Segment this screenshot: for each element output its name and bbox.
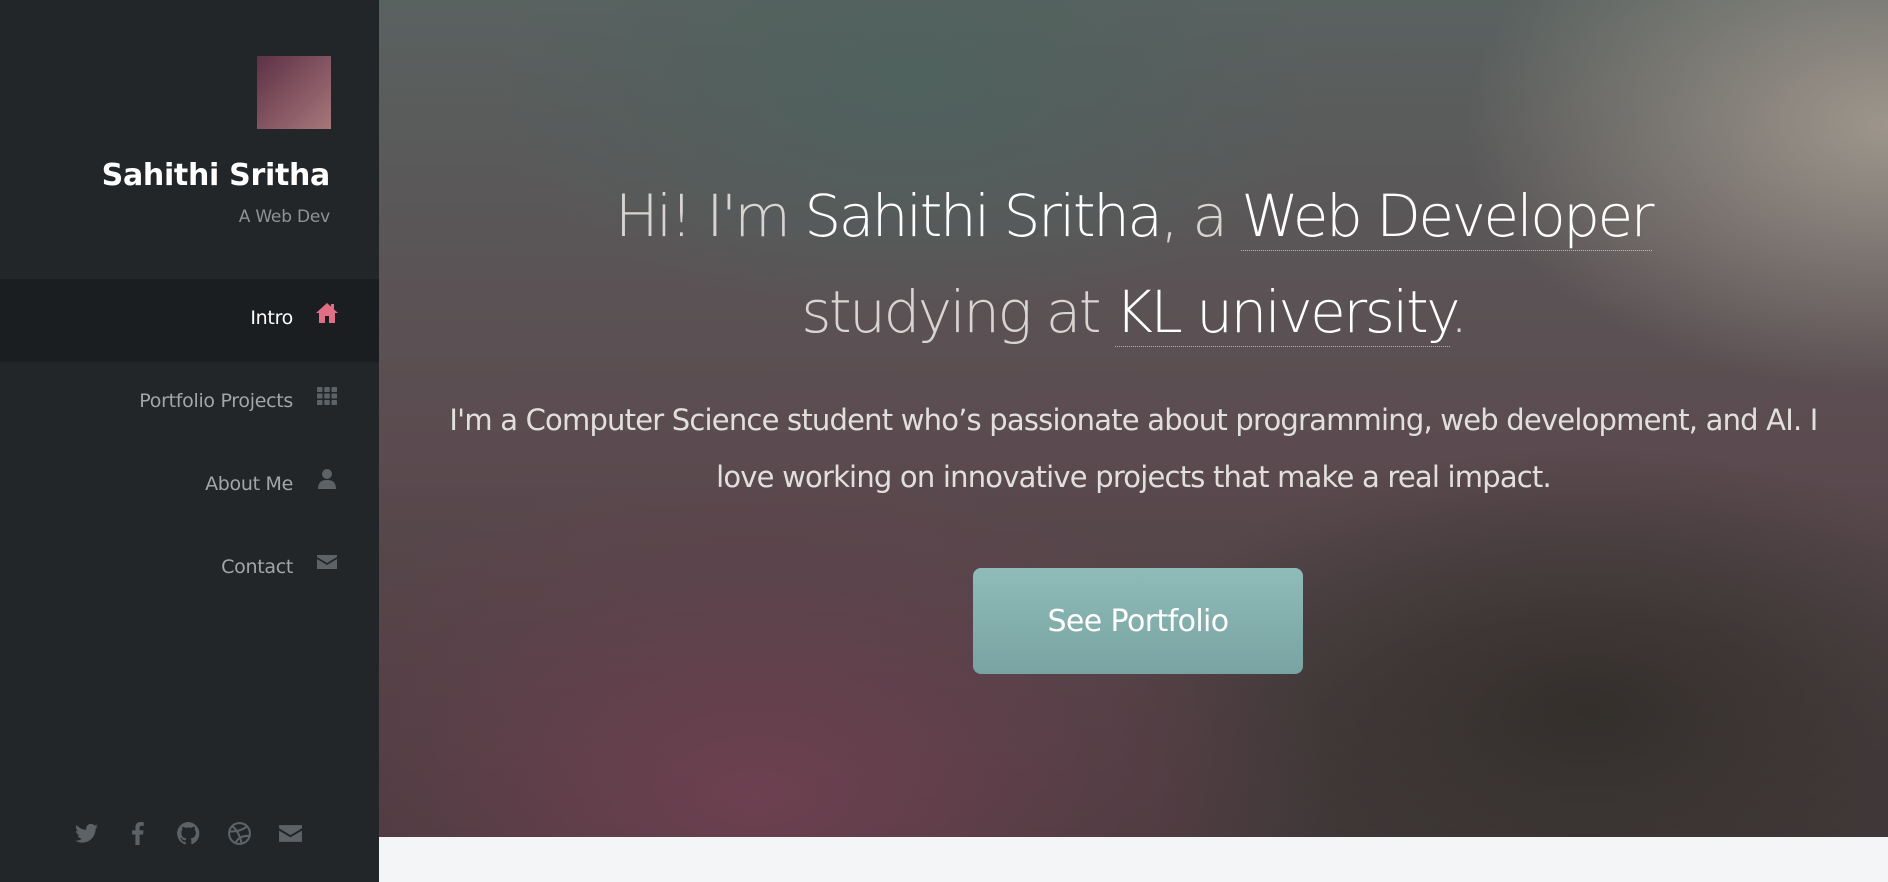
nav-item-label: Portfolio Projects: [139, 390, 293, 412]
github-icon[interactable]: [176, 821, 201, 846]
dribbble-icon[interactable]: [227, 821, 252, 846]
headline-text: Hi! I'm: [614, 182, 805, 250]
nav-item-label: About Me: [205, 473, 293, 495]
avatar[interactable]: [257, 56, 331, 129]
hero-section: Hi! I'm Sahithi Sritha, a Web Developer …: [379, 0, 1888, 837]
grid-icon: [315, 384, 339, 408]
home-icon: [315, 301, 339, 325]
nav-item-label: Contact: [221, 556, 293, 578]
headline-school-link[interactable]: KL university: [1114, 278, 1452, 347]
headline-text: , a: [1160, 182, 1242, 250]
headline-role-link[interactable]: Web Developer: [1241, 182, 1655, 251]
site-tagline: A Web Dev: [238, 207, 331, 227]
nav-item-label: Intro: [250, 307, 293, 329]
headline-name: Sahithi Sritha: [804, 182, 1163, 250]
social-links: [74, 821, 303, 846]
email-icon[interactable]: [278, 821, 303, 846]
envelope-icon: [315, 550, 339, 574]
next-section: [379, 837, 1888, 882]
facebook-icon[interactable]: [125, 821, 150, 846]
twitter-icon[interactable]: [74, 821, 99, 846]
nav-item-about-me[interactable]: About Me: [0, 445, 379, 528]
headline-text: studying at: [801, 278, 1115, 346]
user-icon: [315, 467, 339, 491]
nav-item-intro[interactable]: Intro: [0, 279, 379, 362]
nav-item-contact[interactable]: Contact: [0, 528, 379, 611]
sidebar: Sahithi Sritha A Web Dev Intro Portfolio…: [0, 0, 379, 882]
hero-description: I'm a Computer Science student who’s pas…: [449, 403, 1818, 494]
main-nav: Intro Portfolio Projects About Me Contac…: [0, 279, 379, 611]
hero-headline: Hi! I'm Sahithi Sritha, a Web Developer …: [379, 168, 1888, 360]
site-name[interactable]: Sahithi Sritha: [102, 158, 331, 193]
headline-text: .: [1449, 278, 1468, 346]
nav-item-portfolio-projects[interactable]: Portfolio Projects: [0, 362, 379, 445]
see-portfolio-button[interactable]: See Portfolio: [973, 568, 1303, 674]
